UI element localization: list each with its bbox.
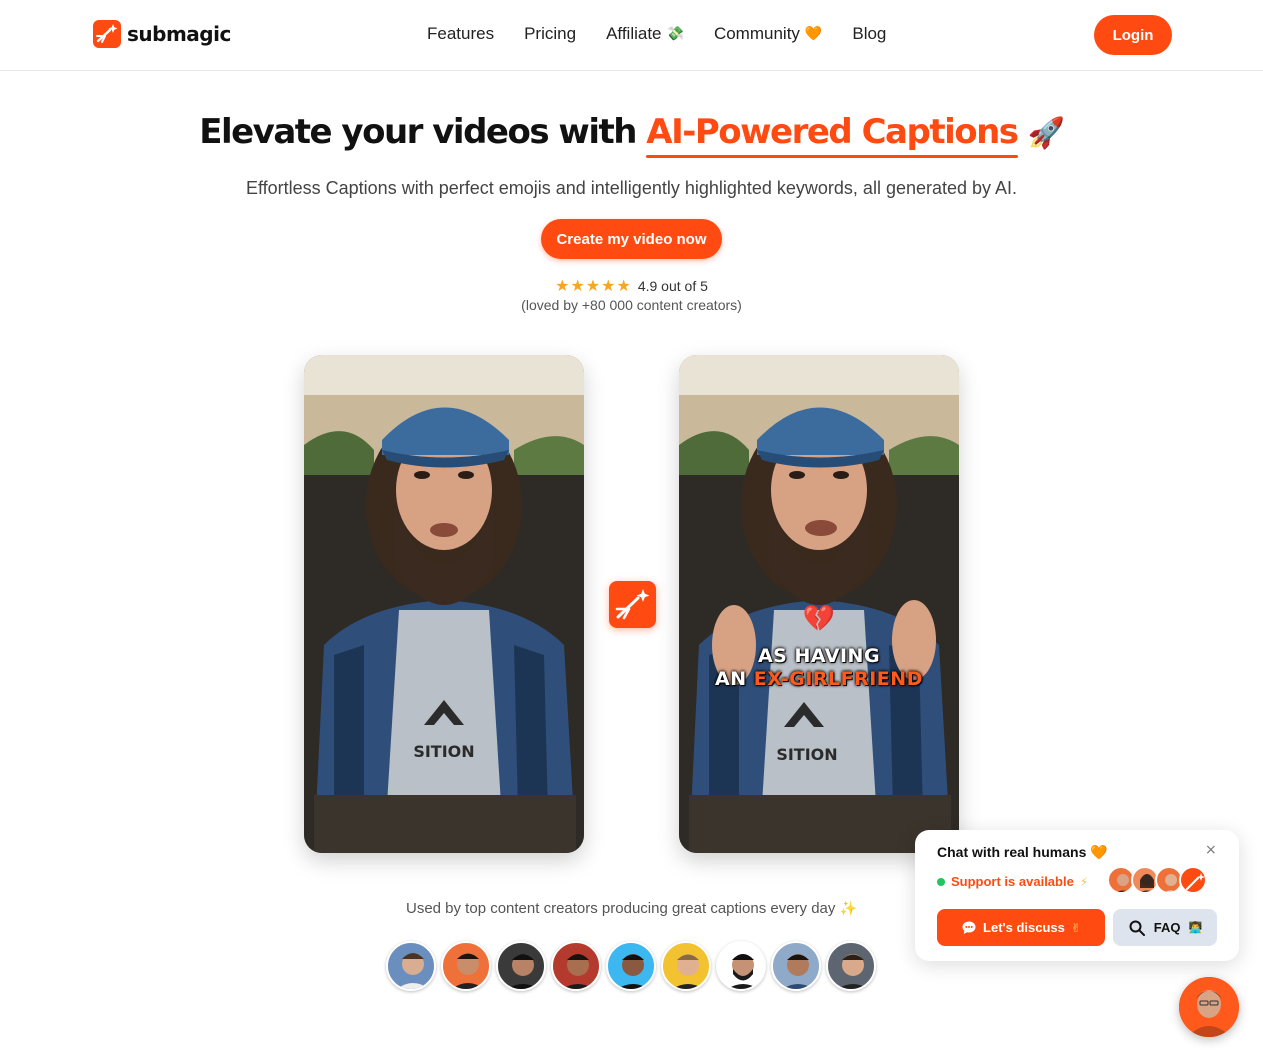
magic-wand-button[interactable]: [609, 581, 656, 628]
used-by-label: Used by top content creators producing g…: [405, 900, 836, 917]
avatar: [606, 941, 656, 991]
support-team-avatars: [1107, 866, 1207, 894]
nav-blog-label: Blog: [852, 24, 887, 43]
video-after[interactable]: SITION 💔 AS HAVING AN EX-GIRLFRIEND: [679, 355, 959, 853]
video-before-frame: SITION: [304, 355, 584, 853]
video-before[interactable]: SITION: [304, 355, 584, 853]
online-dot-icon: [937, 877, 945, 886]
chat-launcher-avatar[interactable]: [1179, 977, 1239, 1037]
hero-title: Elevate your videos with AI-Powered Capt…: [0, 112, 1263, 158]
hero-title-highlight: AI-Powered Captions: [646, 112, 1019, 158]
avatar: [496, 941, 546, 991]
nav-community-label: Community: [713, 24, 800, 43]
search-icon: [1129, 920, 1145, 936]
creator-avatars: [386, 941, 876, 991]
logo[interactable]: submagic: [93, 20, 231, 48]
avatar: [826, 941, 876, 991]
avatar: [441, 941, 491, 991]
sparkles-icon: ✨: [839, 901, 858, 917]
orange-heart-icon: 🧡: [804, 26, 823, 42]
rocket-icon: 🚀: [1027, 116, 1065, 151]
magic-wand-icon: [1179, 866, 1207, 894]
shirt-text: SITION: [413, 742, 474, 761]
avatar: [771, 941, 821, 991]
logo-text: submagic: [127, 22, 231, 46]
broken-heart-icon: 💔: [802, 603, 836, 633]
top-navbar: submagic Features Pricing Affiliate 💸 Com…: [0, 0, 1263, 71]
money-icon: 💸: [666, 26, 684, 42]
chat-widget: Chat with real humans 🧡 × Support is ava…: [915, 830, 1239, 961]
star-rating-icon: ★★★★★: [555, 276, 632, 295]
nav-blog[interactable]: Blog: [852, 24, 886, 44]
chat-title: Chat with real humans 🧡: [937, 844, 1108, 861]
avatar: [661, 941, 711, 991]
chat-bubble-icon: [962, 921, 976, 934]
close-icon[interactable]: ×: [1205, 842, 1217, 858]
lightning-icon: ⚡: [1079, 874, 1089, 889]
support-status-text: Support is available: [951, 874, 1074, 889]
caption-line-2: AN EX-GIRLFRIEND: [679, 667, 959, 691]
caption-line-1: AS HAVING: [757, 645, 881, 667]
nav-community[interactable]: Community 🧡: [714, 24, 822, 44]
support-status: Support is available ⚡: [937, 874, 1088, 889]
nav-pricing-label: Pricing: [524, 24, 577, 43]
avatar: [716, 941, 766, 991]
nav-links: Features Pricing Affiliate 💸 Community 🧡 B…: [427, 24, 886, 44]
orange-heart-icon: 🧡: [1090, 845, 1108, 861]
hero-subtitle: Effortless Captions with perfect emojis …: [245, 178, 1018, 198]
nav-pricing[interactable]: Pricing: [524, 24, 576, 44]
nav-affiliate[interactable]: Affiliate 💸: [606, 24, 684, 44]
avatar: [551, 941, 601, 991]
create-video-button[interactable]: Create my video now: [541, 219, 722, 259]
nav-affiliate-label: Affiliate: [606, 24, 662, 43]
faq-button[interactable]: FAQ 👨‍💻: [1113, 909, 1217, 946]
hero-title-prefix: Elevate your videos with: [199, 112, 637, 152]
loved-by-text: (loved by +80 000 content creators): [521, 297, 742, 313]
avatar: [386, 941, 436, 991]
magic-wand-icon: [93, 20, 121, 48]
victory-hand-icon: ✌: [1070, 920, 1081, 935]
nav-features[interactable]: Features: [427, 24, 494, 44]
caption-line-2-plain: AN: [715, 668, 747, 690]
nav-features-label: Features: [427, 24, 495, 43]
shirt-text: SITION: [776, 745, 837, 764]
rating: ★★★★★ 4.9 out of 5: [0, 276, 1263, 295]
rating-text: 4.9 out of 5: [637, 278, 708, 294]
chat-title-text: Chat with real humans: [937, 844, 1087, 860]
login-button[interactable]: Login: [1094, 15, 1172, 55]
faq-label: FAQ: [1153, 920, 1181, 935]
caption-keyword: EX-GIRLFRIEND: [753, 668, 923, 690]
technologist-icon: 👨‍💻: [1188, 921, 1203, 934]
lets-discuss-label: Let's discuss: [983, 920, 1065, 935]
support-agent-avatar: [1179, 977, 1239, 1037]
lets-discuss-button[interactable]: Let's discuss ✌: [937, 909, 1105, 946]
magic-wand-icon: [615, 589, 650, 620]
